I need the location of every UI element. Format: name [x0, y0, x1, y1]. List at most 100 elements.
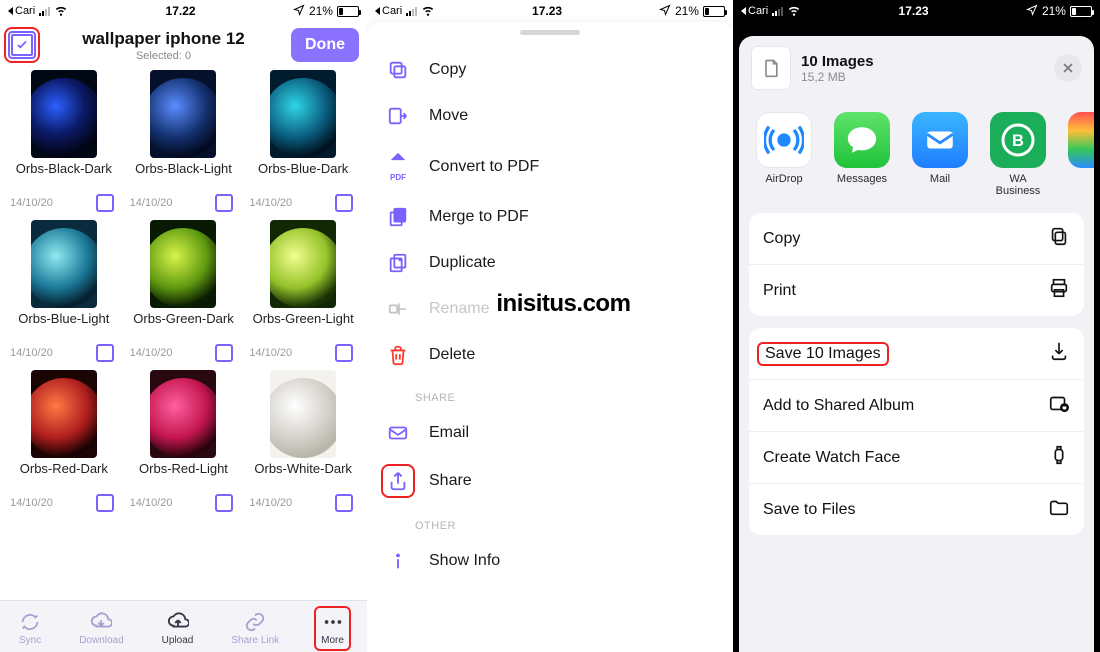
app-label: AirDrop: [765, 173, 802, 185]
done-button[interactable]: Done: [291, 28, 359, 62]
file-item[interactable]: Orbs-Green-Dark 14/10/20: [126, 220, 242, 366]
file-name: Orbs-Green-Light: [245, 312, 361, 342]
location-icon: [659, 4, 671, 19]
file-item[interactable]: Orbs-Red-Dark 14/10/20: [6, 370, 122, 516]
bottom-toolbar: Sync Download Upload Share Link More: [0, 600, 367, 652]
select-all-button[interactable]: [8, 31, 36, 59]
clock: 17.23: [899, 4, 929, 18]
delete-action[interactable]: Delete: [385, 332, 715, 378]
app-label: Mail: [930, 173, 950, 185]
sheet-grabber[interactable]: [520, 30, 580, 35]
more-actions-sheet: Copy Move PDF Convert to PDF Merge to PD…: [367, 22, 733, 652]
file-item[interactable]: Orbs-Black-Dark 14/10/20: [6, 70, 122, 216]
select-checkbox[interactable]: [96, 194, 114, 212]
select-checkbox[interactable]: [335, 194, 353, 212]
back-to-app[interactable]: Cari: [8, 5, 35, 17]
copy-label: Copy: [429, 61, 466, 79]
file-name: Orbs-Blue-Light: [6, 312, 122, 342]
battery-icon: [1070, 6, 1092, 17]
share-sheet-panel: Cari 17.23 21% 10 Images 15,2 MB AirD: [733, 0, 1100, 652]
clock: 17.22: [166, 4, 196, 18]
select-checkbox[interactable]: [215, 194, 233, 212]
thumbnail: [270, 70, 336, 158]
thumbnail: [270, 220, 336, 308]
action-copy[interactable]: Copy: [749, 213, 1084, 265]
document-icon: [751, 46, 791, 90]
share-app-wa-business[interactable]: B WA Business: [987, 112, 1049, 197]
action-create-watch-face[interactable]: Create Watch Face: [749, 432, 1084, 484]
status-bar: Cari 17.23 21%: [367, 0, 733, 22]
upload-button[interactable]: Upload: [162, 611, 194, 646]
share-link-button[interactable]: Share Link: [231, 611, 279, 646]
email-icon: [385, 422, 411, 444]
share-app-mail[interactable]: Mail: [909, 112, 971, 197]
actions-group-bottom: Save 10 ImagesAdd to Shared AlbumCreate …: [749, 328, 1084, 535]
back-to-app[interactable]: Cari: [375, 5, 402, 17]
select-checkbox[interactable]: [96, 494, 114, 512]
move-action[interactable]: Move: [385, 93, 715, 139]
merge-pdf-action[interactable]: Merge to PDF: [385, 194, 715, 240]
close-button[interactable]: [1054, 54, 1082, 82]
rename-action: Rename: [385, 286, 715, 332]
location-icon: [293, 4, 305, 19]
file-date: 14/10/20: [130, 497, 173, 509]
action-add-to-shared-album[interactable]: Add to Shared Album: [749, 380, 1084, 432]
more-button[interactable]: More: [317, 609, 348, 648]
file-browser-panel: Cari 17.22 21% wallpaper iphone 12 Selec…: [0, 0, 367, 652]
show-info-label: Show Info: [429, 552, 500, 570]
file-name: Orbs-Green-Dark: [126, 312, 242, 342]
duplicate-action[interactable]: Duplicate: [385, 240, 715, 286]
duplicate-label: Duplicate: [429, 254, 496, 272]
app-label: Messages: [837, 173, 887, 185]
ios-share-sheet: 10 Images 15,2 MB AirDrop Messages MailB…: [739, 36, 1094, 652]
file-item[interactable]: Orbs-Green-Light 14/10/20: [245, 220, 361, 366]
section-other: OTHER: [385, 506, 715, 538]
share-app-messages[interactable]: Messages: [831, 112, 893, 197]
share-app-airdrop[interactable]: AirDrop: [753, 112, 815, 197]
file-item[interactable]: Orbs-Red-Light 14/10/20: [126, 370, 242, 516]
signal-icon: [406, 6, 417, 16]
merge-pdf-label: Merge to PDF: [429, 208, 529, 226]
copy-icon: [385, 59, 411, 81]
file-item[interactable]: Orbs-Blue-Dark 14/10/20: [245, 70, 361, 216]
action-save-to-files[interactable]: Save to Files: [749, 484, 1084, 535]
select-checkbox[interactable]: [215, 344, 233, 362]
convert-pdf-action[interactable]: PDF Convert to PDF: [385, 139, 715, 194]
file-date: 14/10/20: [249, 197, 292, 209]
share-icon: [385, 468, 411, 494]
action-label: Copy: [763, 230, 800, 248]
share-size: 15,2 MB: [801, 70, 1044, 84]
signal-icon: [39, 6, 50, 16]
thumbnail: [150, 370, 216, 458]
back-chevron-icon: [375, 7, 380, 15]
download-button[interactable]: Download: [79, 611, 123, 646]
sync-button[interactable]: Sync: [19, 611, 41, 646]
file-name: Orbs-White-Dark: [245, 462, 361, 492]
select-checkbox[interactable]: [215, 494, 233, 512]
select-checkbox[interactable]: [335, 494, 353, 512]
share-action[interactable]: Share: [385, 456, 715, 506]
watch-icon: [1048, 444, 1070, 471]
airdrop-icon: [756, 112, 812, 168]
action-print[interactable]: Print: [749, 265, 1084, 316]
select-checkbox[interactable]: [335, 344, 353, 362]
email-action[interactable]: Email: [385, 410, 715, 456]
mail-icon: [912, 112, 968, 168]
share-link-label: Share Link: [231, 635, 279, 646]
share-app-more[interactable]: [1065, 112, 1094, 197]
action-sheet-panel: Cari 17.23 21% Copy Move: [367, 0, 733, 652]
back-to-app[interactable]: Cari: [741, 5, 768, 17]
file-date: 14/10/20: [249, 347, 292, 359]
action-save-10-images[interactable]: Save 10 Images: [749, 328, 1084, 380]
email-label: Email: [429, 424, 469, 442]
file-item[interactable]: Orbs-Black-Light 14/10/20: [126, 70, 242, 216]
file-item[interactable]: Orbs-White-Dark 14/10/20: [245, 370, 361, 516]
file-item[interactable]: Orbs-Blue-Light 14/10/20: [6, 220, 122, 366]
signal-icon: [772, 6, 783, 16]
select-checkbox[interactable]: [96, 344, 114, 362]
show-info-action[interactable]: Show Info: [385, 538, 715, 584]
move-icon: [385, 105, 411, 127]
share-apps-row[interactable]: AirDrop Messages Mail B WA Business: [739, 100, 1094, 201]
convert-pdf-label: Convert to PDF: [429, 158, 539, 176]
copy-action[interactable]: Copy: [385, 47, 715, 93]
